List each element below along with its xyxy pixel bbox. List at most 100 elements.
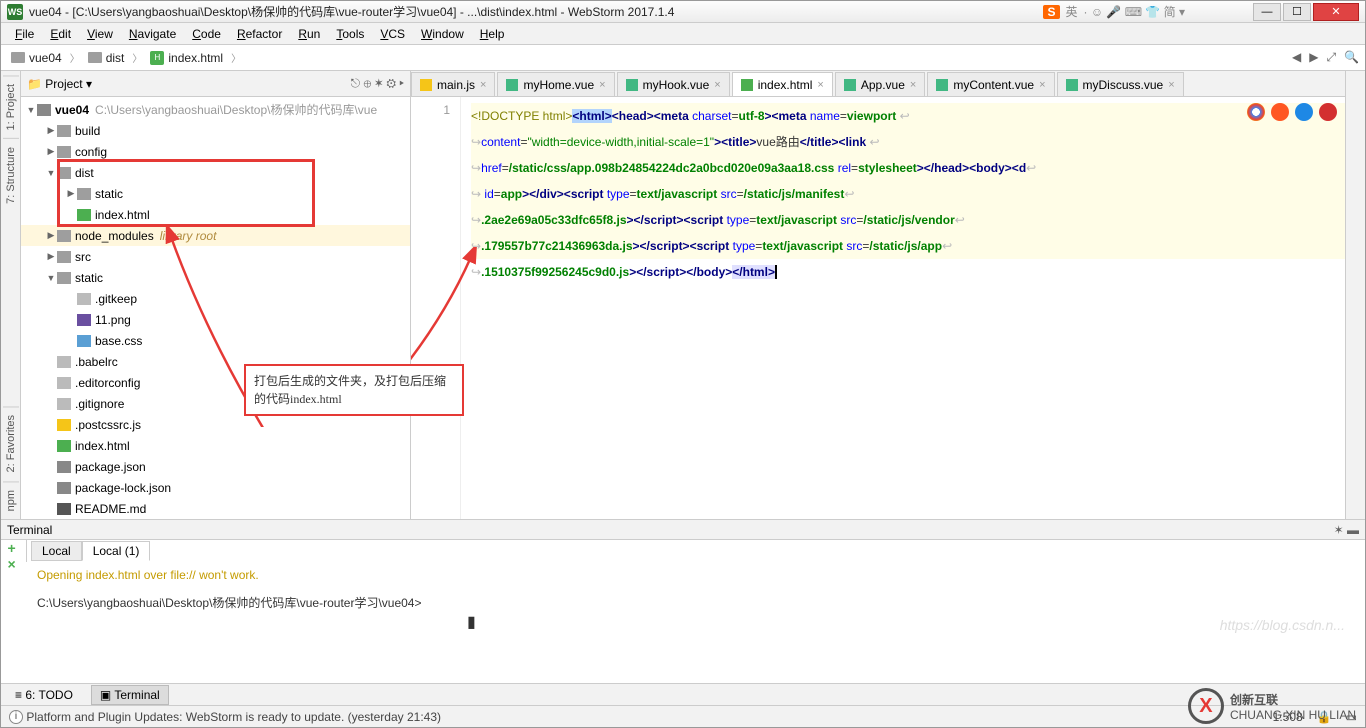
terminal-panel: Terminal ✶ ▬ + × LocalLocal (1) Opening … xyxy=(1,519,1365,683)
opera-icon[interactable] xyxy=(1319,103,1337,121)
firefox-icon[interactable] xyxy=(1271,103,1289,121)
watermark-text: https://blog.csdn.n... xyxy=(1220,617,1345,633)
menu-vcs[interactable]: VCS xyxy=(372,25,413,43)
browser-preview-icons[interactable] xyxy=(1247,103,1337,121)
terminal-tab-1[interactable]: Local (1) xyxy=(82,541,151,561)
bottom-tab-6-TODO[interactable]: ≡ 6: TODO xyxy=(7,686,81,704)
brand-logo: X 创新互联CHUANG XIN HU LIAN xyxy=(1188,688,1356,724)
tree-item-package.json[interactable]: package.json xyxy=(21,456,410,477)
maximize-button[interactable]: ☐ xyxy=(1283,3,1311,21)
terminal-settings-icon[interactable]: ✶ ▬ xyxy=(1334,523,1359,537)
menu-navigate[interactable]: Navigate xyxy=(121,25,184,43)
terminal-body[interactable]: Opening index.html over file:// won't wo… xyxy=(27,562,1365,683)
terminal-new-icon[interactable]: + xyxy=(4,540,28,556)
tab-npm-vertical[interactable]: npm xyxy=(3,481,19,519)
tree-item-index.html[interactable]: index.html xyxy=(21,204,410,225)
tree-item-.postcssrc.js[interactable]: .postcssrc.js xyxy=(21,414,410,435)
menu-code[interactable]: Code xyxy=(184,25,229,43)
tree-item-node_modules[interactable]: ▶node_moduleslibrary root xyxy=(21,225,410,246)
terminal-tab-0[interactable]: Local xyxy=(31,541,82,561)
tree-item-dist[interactable]: ▼dist xyxy=(21,162,410,183)
menu-view[interactable]: View xyxy=(79,25,121,43)
ime-lang[interactable]: 英 xyxy=(1066,3,1078,20)
project-tree[interactable]: ▼ vue04C:\Users\yangbaoshuai\Desktop\杨保帅… xyxy=(21,97,410,519)
editor-gutter: 1 xyxy=(411,97,461,519)
tab-index.html[interactable]: index.html× xyxy=(732,72,833,96)
crumb-dist[interactable]: dist xyxy=(84,49,129,67)
search-icon[interactable]: 🔍 xyxy=(1344,50,1359,65)
tab-close-icon[interactable]: × xyxy=(480,79,486,91)
right-sidebar-tabs xyxy=(1345,71,1365,519)
nav-back-icon[interactable]: ◀ xyxy=(1292,50,1301,65)
tab-main.js[interactable]: main.js× xyxy=(411,72,495,96)
tab-myHook.vue[interactable]: myHook.vue× xyxy=(617,72,730,96)
tab-close-icon[interactable]: × xyxy=(910,79,916,91)
tab-favorites-vertical[interactable]: 2: Favorites xyxy=(3,406,19,480)
project-header: 📁 Project ▾ ⎋ ⊕ ✶ ⚙ ▸ xyxy=(21,71,410,97)
ime-toolbar[interactable]: S 英 · ☺ 🎤 ⌨ 👕 简 ▾ xyxy=(1043,3,1185,20)
menu-run[interactable]: Run xyxy=(290,25,328,43)
tree-item-README.md[interactable]: README.md xyxy=(21,498,410,519)
crumb-index.html[interactable]: Hindex.html xyxy=(146,49,227,67)
tab-close-icon[interactable]: × xyxy=(817,79,823,91)
tab-close-icon[interactable]: × xyxy=(1039,79,1045,91)
editor-code[interactable]: <!DOCTYPE html><html><head><meta charset… xyxy=(461,97,1345,519)
bottom-tab-Terminal[interactable]: ▣ Terminal xyxy=(91,685,169,705)
menu-file[interactable]: File xyxy=(7,25,42,43)
nav-fwd-icon[interactable]: ▶ xyxy=(1309,50,1318,65)
tree-item-package-lock.json[interactable]: package-lock.json xyxy=(21,477,410,498)
menu-window[interactable]: Window xyxy=(413,25,472,43)
menu-bar: FileEditViewNavigateCodeRefactorRunTools… xyxy=(1,23,1365,45)
tree-item-11.png[interactable]: 11.png xyxy=(21,309,410,330)
menu-help[interactable]: Help xyxy=(472,25,513,43)
terminal-close-icon[interactable]: × xyxy=(4,556,28,572)
tree-item-config[interactable]: ▶config xyxy=(21,141,410,162)
terminal-tabs: LocalLocal (1) xyxy=(27,540,1365,562)
expand-icon[interactable]: ⤢ xyxy=(1326,50,1336,65)
menu-tools[interactable]: Tools xyxy=(328,25,372,43)
close-button[interactable]: ✕ xyxy=(1313,3,1359,21)
project-title[interactable]: 📁 Project ▾ xyxy=(27,77,92,91)
tree-root[interactable]: ▼ vue04C:\Users\yangbaoshuai\Desktop\杨保帅… xyxy=(21,99,410,120)
tree-item-static[interactable]: ▶static xyxy=(21,183,410,204)
tree-item-src[interactable]: ▶src xyxy=(21,246,410,267)
tree-item-base.css[interactable]: base.css xyxy=(21,330,410,351)
tab-myHome.vue[interactable]: myHome.vue× xyxy=(497,72,614,96)
menu-edit[interactable]: Edit xyxy=(42,25,79,43)
menu-refactor[interactable]: Refactor xyxy=(229,25,290,43)
crumb-vue04[interactable]: vue04 xyxy=(7,49,66,67)
project-pane: 📁 Project ▾ ⎋ ⊕ ✶ ⚙ ▸ ▼ vue04C:\Users\ya… xyxy=(21,71,411,519)
tab-close-icon[interactable]: × xyxy=(599,79,605,91)
tab-close-icon[interactable]: × xyxy=(714,79,720,91)
tab-close-icon[interactable]: × xyxy=(1168,79,1174,91)
editor-column: main.js×myHome.vue×myHook.vue×index.html… xyxy=(411,71,1345,519)
annotation-callout: 打包后生成的文件夹，及打包后压缩的代码index.html xyxy=(244,364,464,416)
tree-item-build[interactable]: ▶build xyxy=(21,120,410,141)
tree-settings-icon[interactable]: ⎋ ⊕ ✶ ⚙ ▸ xyxy=(351,76,404,91)
left-sidebar-tabs: 1: Project 7: Structure 2: Favorites npm xyxy=(1,71,21,519)
chrome-icon[interactable] xyxy=(1247,103,1265,121)
ime-s-icon[interactable]: S xyxy=(1043,5,1059,19)
ie-icon[interactable] xyxy=(1295,103,1313,121)
window-titlebar: WS vue04 - [C:\Users\yangbaoshuai\Deskto… xyxy=(1,1,1365,23)
tree-item-.gitkeep[interactable]: .gitkeep xyxy=(21,288,410,309)
editor[interactable]: 1 <!DOCTYPE html><html><head><meta chars… xyxy=(411,97,1345,519)
tab-structure-vertical[interactable]: 7: Structure xyxy=(3,138,19,212)
minimize-button[interactable]: — xyxy=(1253,3,1281,21)
editor-tabs: main.js×myHome.vue×myHook.vue×index.html… xyxy=(411,71,1345,97)
tab-myContent.vue[interactable]: myContent.vue× xyxy=(927,72,1054,96)
terminal-line: Opening index.html over file:// won't wo… xyxy=(37,568,1355,582)
app-icon: WS xyxy=(7,4,23,20)
tree-item-index.html[interactable]: index.html xyxy=(21,435,410,456)
bottom-tool-tabs: ≡ 6: TODO▣ Terminal X 创新互联CHUANG XIN HU … xyxy=(1,683,1365,705)
tab-App.vue[interactable]: App.vue× xyxy=(835,72,925,96)
status-bar: i Platform and Plugin Updates: WebStorm … xyxy=(1,705,1365,727)
tree-item-static[interactable]: ▼static xyxy=(21,267,410,288)
ime-extras[interactable]: · ☺ 🎤 ⌨ 👕 简 ▾ xyxy=(1084,3,1185,20)
tab-project-vertical[interactable]: 1: Project xyxy=(3,75,19,138)
terminal-line: C:\Users\yangbaoshuai\Desktop\杨保帅的代码库\vu… xyxy=(37,594,1355,611)
tab-myDiscuss.vue[interactable]: myDiscuss.vue× xyxy=(1057,72,1184,96)
info-icon[interactable]: i xyxy=(9,710,23,724)
terminal-title: Terminal xyxy=(7,523,52,537)
breadcrumb: vue04〉dist〉Hindex.html〉 ◀ ▶ ⤢ 🔍 xyxy=(1,45,1365,71)
